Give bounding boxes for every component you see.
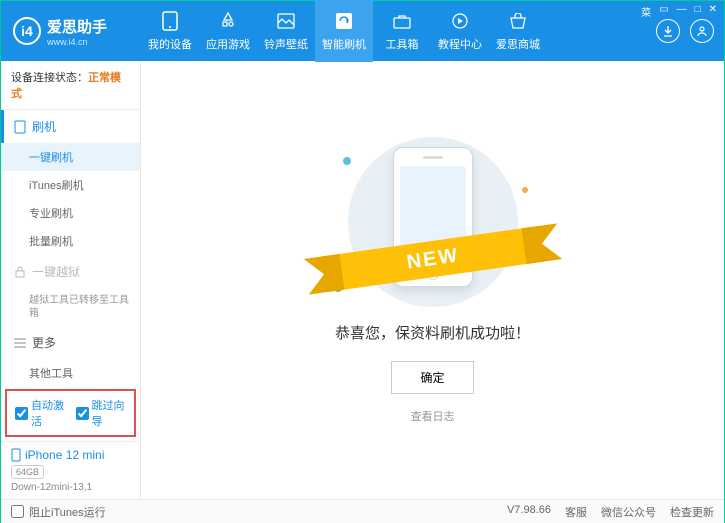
flash-icon — [315, 10, 373, 32]
success-message: 恭喜您，保资料刷机成功啦！ — [335, 322, 530, 343]
nav-apps[interactable]: 应用游戏 — [199, 0, 257, 62]
mi-pro[interactable]: 专业刷机 — [1, 199, 140, 227]
header: i4 爱思助手 www.i4.cn 我的设备 应用游戏 铃声壁纸 智能刷机 工具… — [1, 1, 724, 61]
support-link[interactable]: 客服 — [565, 504, 587, 520]
mi-itunes[interactable]: iTunes刷机 — [1, 171, 140, 199]
lock-icon — [14, 266, 26, 278]
version: V7.98.66 — [507, 504, 551, 520]
chk-auto-activate[interactable]: 自动激活 — [15, 397, 66, 429]
close-icon[interactable]: ✕ — [709, 4, 717, 19]
confirm-button[interactable]: 确定 — [391, 361, 473, 394]
logo: i4 爱思助手 www.i4.cn — [1, 16, 141, 47]
main-nav: 我的设备 应用游戏 铃声壁纸 智能刷机 工具箱 教程中心 爱思商城 — [141, 0, 656, 62]
download-icon[interactable] — [656, 19, 680, 43]
side-menu: 刷机 一键刷机 iTunes刷机 专业刷机 批量刷机 一键越狱 越狱工具已转移至… — [1, 110, 140, 385]
tutorial-icon — [431, 10, 489, 32]
brand-name: 爱思助手 — [47, 16, 107, 37]
update-link[interactable]: 检查更新 — [670, 504, 714, 520]
footer: 阻止iTunes运行 V7.98.66 客服 微信公众号 检查更新 — [1, 499, 724, 523]
jailbreak-note: 越狱工具已转移至工具箱 — [1, 288, 140, 326]
device-detail: Down-12mini-13,1 — [11, 482, 130, 493]
header-right — [656, 19, 724, 43]
brand-url: www.i4.cn — [47, 37, 107, 47]
storage-badge: 64GB — [11, 465, 44, 479]
menu-flash[interactable]: 刷机 — [1, 110, 140, 143]
checkbox-row: 自动激活 跳过向导 — [5, 389, 136, 437]
menu-icon[interactable]: 菜 — [641, 4, 651, 19]
wallpaper-icon — [257, 10, 315, 32]
window-controls: 菜 ▭ — □ ✕ — [641, 4, 717, 19]
apps-icon — [199, 10, 257, 32]
wechat-link[interactable]: 微信公众号 — [601, 504, 656, 520]
view-log-link[interactable]: 查看日志 — [411, 408, 455, 424]
user-icon[interactable] — [690, 19, 714, 43]
nav-flash[interactable]: 智能刷机 — [315, 0, 373, 62]
minimize-icon[interactable]: — — [677, 4, 687, 19]
connection-status: 设备连接状态：正常模式 — [1, 61, 140, 110]
sidebar: 设备连接状态：正常模式 刷机 一键刷机 iTunes刷机 专业刷机 批量刷机 一… — [1, 61, 141, 499]
main-content: NEW 恭喜您，保资料刷机成功啦！ 确定 查看日志 — [141, 61, 724, 499]
device-panel: iPhone 12 mini 64GB Down-12mini-13,1 — [1, 441, 140, 499]
toolbox-icon — [373, 10, 431, 32]
restore-icon[interactable]: ▭ — [659, 4, 668, 19]
logo-icon: i4 — [13, 17, 41, 45]
list-icon — [14, 338, 26, 348]
chk-skip-guide[interactable]: 跳过向导 — [76, 397, 127, 429]
mi-batch[interactable]: 批量刷机 — [1, 227, 140, 255]
nav-ringtones[interactable]: 铃声壁纸 — [257, 0, 315, 62]
mi-other[interactable]: 其他工具 — [1, 359, 140, 385]
phone-icon — [141, 10, 199, 32]
block-itunes[interactable]: 阻止iTunes运行 — [11, 504, 106, 520]
maximize-icon[interactable]: □ — [695, 4, 701, 19]
store-icon — [489, 10, 547, 32]
device-icon — [11, 448, 21, 462]
phone-small-icon — [14, 120, 26, 134]
nav-my-device[interactable]: 我的设备 — [141, 0, 199, 62]
nav-store[interactable]: 爱思商城 — [489, 0, 547, 62]
menu-jailbreak: 一键越狱 — [1, 255, 140, 288]
menu-more[interactable]: 更多 — [1, 326, 140, 359]
nav-tutorials[interactable]: 教程中心 — [431, 0, 489, 62]
success-illustration: NEW — [333, 137, 533, 307]
nav-toolbox[interactable]: 工具箱 — [373, 0, 431, 62]
device-name[interactable]: iPhone 12 mini — [11, 448, 130, 462]
mi-oneclick[interactable]: 一键刷机 — [1, 143, 140, 171]
